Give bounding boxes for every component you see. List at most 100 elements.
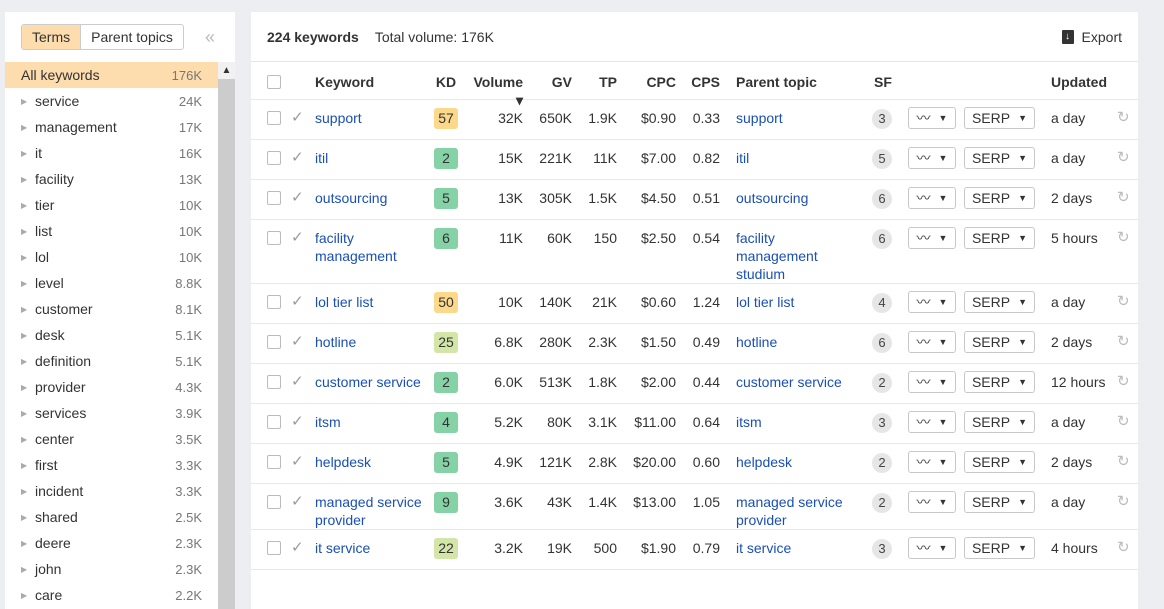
serp-dropdown[interactable]: SERP ▼	[964, 411, 1035, 433]
serp-dropdown[interactable]: SERP ▼	[964, 331, 1035, 353]
sidebar-item-center[interactable]: ▶ center 3.5K	[5, 426, 218, 452]
expand-triangle-icon[interactable]: ▶	[21, 383, 35, 392]
sidebar-item-list[interactable]: ▶ list 10K	[5, 218, 218, 244]
trend-dropdown[interactable]: 〰 ▼	[908, 291, 956, 313]
serp-dropdown[interactable]: SERP ▼	[964, 107, 1035, 129]
expand-triangle-icon[interactable]: ▶	[21, 175, 35, 184]
expand-triangle-icon[interactable]: ▶	[21, 487, 35, 496]
col-parent-topic[interactable]: Parent topic	[736, 62, 856, 91]
expand-triangle-icon[interactable]: ▶	[21, 539, 35, 548]
expand-triangle-icon[interactable]: ▶	[21, 227, 35, 236]
select-all-checkbox[interactable]	[267, 75, 281, 89]
sidebar-item-desk[interactable]: ▶ desk 5.1K	[5, 322, 218, 348]
keyword-link[interactable]: facility management	[315, 230, 397, 264]
checkmark-icon[interactable]: ✓	[291, 444, 315, 471]
parent-topic-link[interactable]: helpdesk	[736, 454, 792, 470]
col-updated[interactable]: Updated	[1051, 62, 1117, 91]
expand-triangle-icon[interactable]: ▶	[21, 409, 35, 418]
collapse-sidebar-icon[interactable]: «	[205, 27, 215, 48]
col-kd[interactable]: KD	[425, 62, 467, 91]
sidebar-item-definition[interactable]: ▶ definition 5.1K	[5, 348, 218, 374]
sidebar-item-lol[interactable]: ▶ lol 10K	[5, 244, 218, 270]
serp-features-badge[interactable]: 5	[872, 149, 892, 169]
expand-triangle-icon[interactable]: ▶	[21, 435, 35, 444]
sidebar-item-customer[interactable]: ▶ customer 8.1K	[5, 296, 218, 322]
keyword-link[interactable]: support	[315, 110, 362, 126]
col-sf[interactable]: SF	[856, 62, 908, 91]
col-cps[interactable]: CPS	[676, 62, 720, 91]
trend-dropdown[interactable]: 〰 ▼	[908, 371, 956, 393]
keyword-link[interactable]: hotline	[315, 334, 356, 350]
scrollbar[interactable]: ▲	[218, 62, 235, 609]
keyword-link[interactable]: itil	[315, 150, 328, 166]
serp-dropdown[interactable]: SERP ▼	[964, 451, 1035, 473]
trend-dropdown[interactable]: 〰 ▼	[908, 491, 956, 513]
checkmark-icon[interactable]: ✓	[291, 180, 315, 207]
serp-dropdown[interactable]: SERP ▼	[964, 537, 1035, 559]
checkmark-icon[interactable]: ✓	[291, 364, 315, 391]
sidebar-item-provider[interactable]: ▶ provider 4.3K	[5, 374, 218, 400]
refresh-icon[interactable]: ↻	[1117, 100, 1137, 127]
tab-terms[interactable]: Terms	[22, 25, 82, 49]
checkmark-icon[interactable]: ✓	[291, 530, 315, 557]
sidebar-item-incident[interactable]: ▶ incident 3.3K	[5, 478, 218, 504]
serp-dropdown[interactable]: SERP ▼	[964, 371, 1035, 393]
parent-topic-link[interactable]: facility management studium	[736, 230, 818, 282]
col-keyword[interactable]: Keyword	[315, 62, 425, 91]
trend-dropdown[interactable]: 〰 ▼	[908, 537, 956, 559]
trend-dropdown[interactable]: 〰 ▼	[908, 451, 956, 473]
parent-topic-link[interactable]: customer service	[736, 374, 842, 390]
row-checkbox[interactable]	[267, 541, 281, 555]
serp-features-badge[interactable]: 3	[872, 109, 892, 129]
serp-dropdown[interactable]: SERP ▼	[964, 291, 1035, 313]
parent-topic-link[interactable]: it service	[736, 540, 791, 556]
sidebar-item-all-keywords[interactable]: All keywords 176K	[5, 62, 218, 88]
sidebar-item-first[interactable]: ▶ first 3.3K	[5, 452, 218, 478]
row-checkbox[interactable]	[267, 295, 281, 309]
serp-dropdown[interactable]: SERP ▼	[964, 491, 1035, 513]
refresh-icon[interactable]: ↻	[1117, 324, 1137, 351]
checkmark-icon[interactable]: ✓	[291, 324, 315, 351]
serp-features-badge[interactable]: 2	[872, 453, 892, 473]
checkmark-icon[interactable]: ✓	[291, 404, 315, 431]
parent-topic-link[interactable]: managed service provider	[736, 494, 843, 528]
trend-dropdown[interactable]: 〰 ▼	[908, 147, 956, 169]
export-button[interactable]: ↓ Export	[1061, 29, 1122, 45]
keyword-link[interactable]: it service	[315, 540, 370, 556]
expand-triangle-icon[interactable]: ▶	[21, 279, 35, 288]
expand-triangle-icon[interactable]: ▶	[21, 253, 35, 262]
row-checkbox[interactable]	[267, 495, 281, 509]
serp-features-badge[interactable]: 3	[872, 539, 892, 559]
checkmark-icon[interactable]: ✓	[291, 140, 315, 167]
refresh-icon[interactable]: ↻	[1117, 404, 1137, 431]
expand-triangle-icon[interactable]: ▶	[21, 357, 35, 366]
row-checkbox[interactable]	[267, 455, 281, 469]
row-checkbox[interactable]	[267, 375, 281, 389]
checkmark-icon[interactable]: ✓	[291, 284, 315, 311]
refresh-icon[interactable]: ↻	[1117, 444, 1137, 471]
row-checkbox[interactable]	[267, 151, 281, 165]
refresh-icon[interactable]: ↻	[1117, 180, 1137, 207]
sidebar-item-management[interactable]: ▶ management 17K	[5, 114, 218, 140]
keyword-link[interactable]: outsourcing	[315, 190, 387, 206]
scroll-up-icon[interactable]: ▲	[218, 62, 235, 79]
serp-dropdown[interactable]: SERP ▼	[964, 147, 1035, 169]
expand-triangle-icon[interactable]: ▶	[21, 513, 35, 522]
refresh-icon[interactable]: ↻	[1117, 484, 1137, 511]
serp-features-badge[interactable]: 3	[872, 413, 892, 433]
parent-topic-link[interactable]: hotline	[736, 334, 777, 350]
sidebar-item-deere[interactable]: ▶ deere 2.3K	[5, 530, 218, 556]
parent-topic-link[interactable]: itsm	[736, 414, 762, 430]
row-checkbox[interactable]	[267, 335, 281, 349]
col-tp[interactable]: TP	[572, 62, 617, 91]
serp-features-badge[interactable]: 6	[872, 189, 892, 209]
sidebar-item-john[interactable]: ▶ john 2.3K	[5, 556, 218, 582]
expand-triangle-icon[interactable]: ▶	[21, 331, 35, 340]
serp-features-badge[interactable]: 2	[872, 373, 892, 393]
refresh-icon[interactable]: ↻	[1117, 284, 1137, 311]
trend-dropdown[interactable]: 〰 ▼	[908, 187, 956, 209]
keyword-link[interactable]: lol tier list	[315, 294, 373, 310]
tab-parent-topics[interactable]: Parent topics	[81, 25, 183, 49]
parent-topic-link[interactable]: support	[736, 110, 783, 126]
serp-dropdown[interactable]: SERP ▼	[964, 227, 1035, 249]
